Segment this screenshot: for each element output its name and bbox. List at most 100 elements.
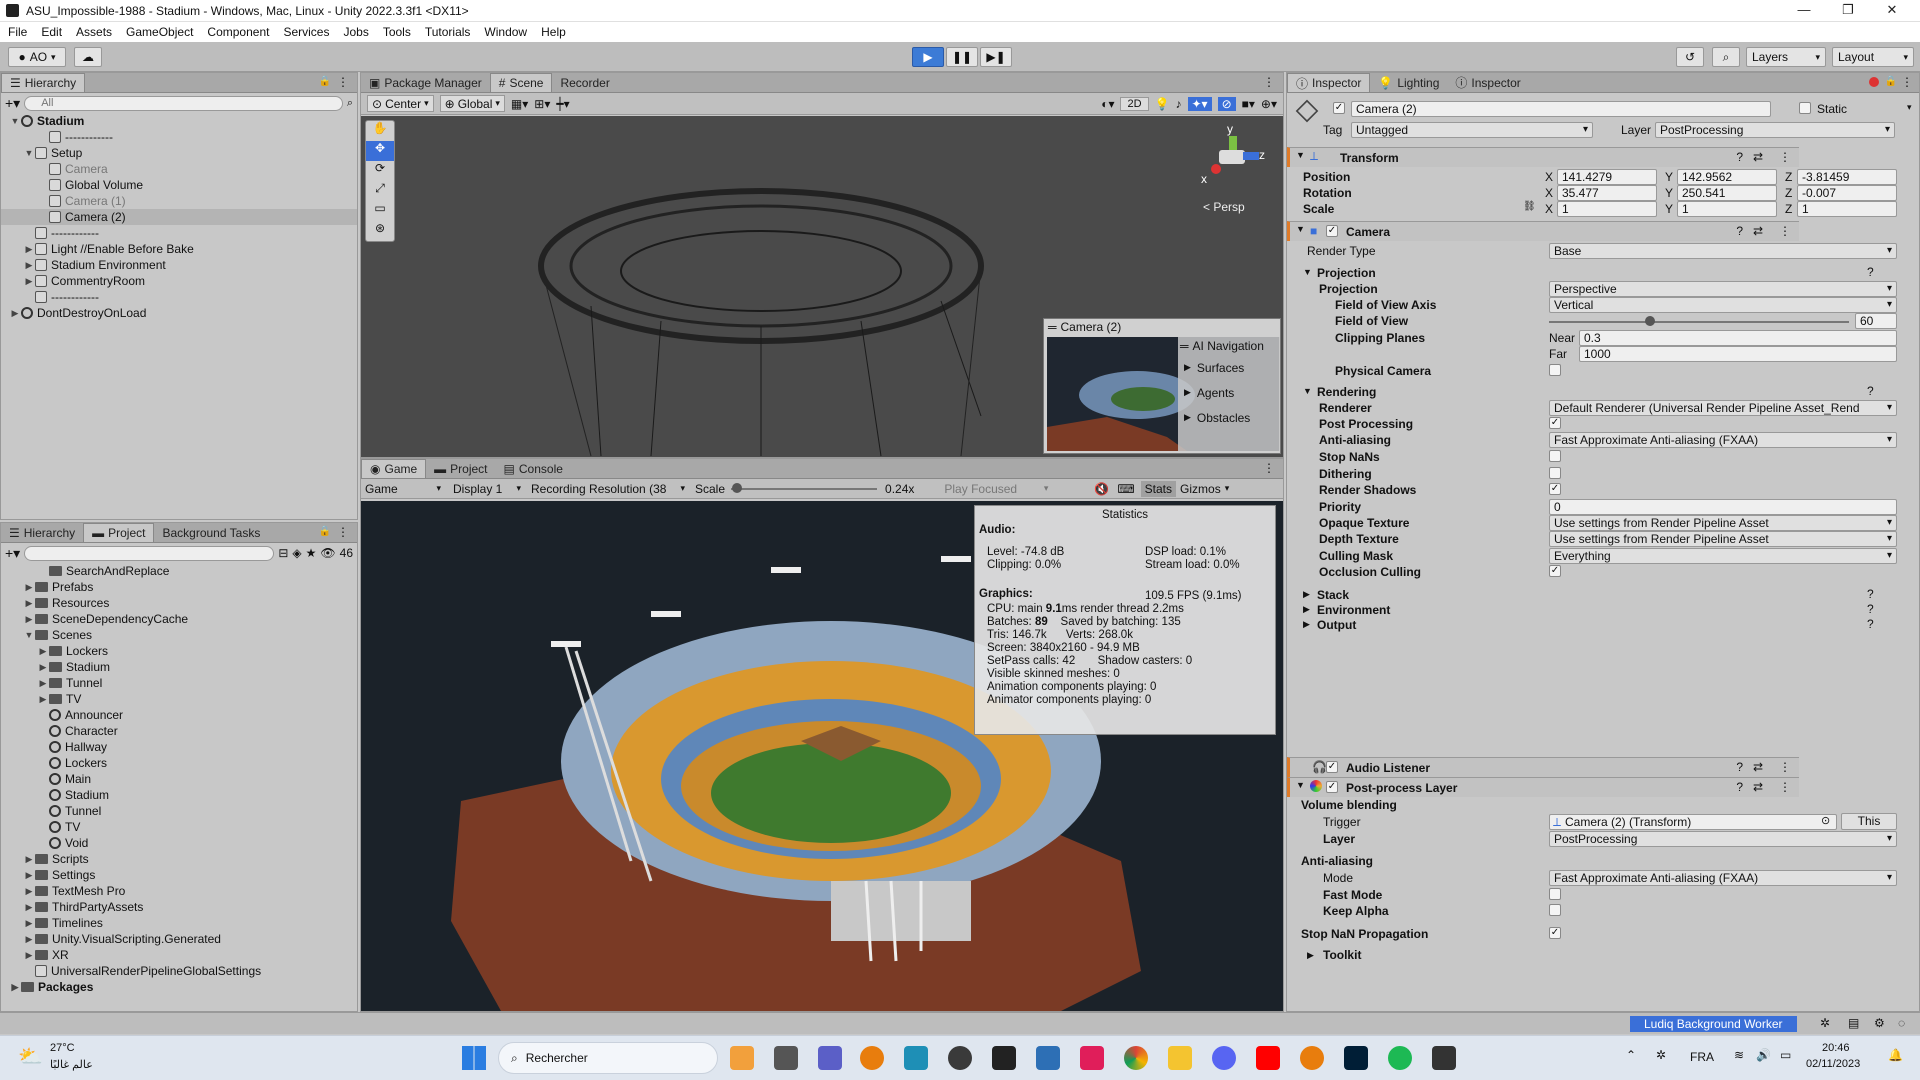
transform-pos-x-field[interactable]: 141.4279 xyxy=(1557,169,1657,185)
tree-item[interactable]: Hallway xyxy=(1,739,357,755)
preset-icon[interactable]: ⇄ xyxy=(1753,780,1763,794)
transform-rot-x-field[interactable]: 35.477 xyxy=(1557,185,1657,201)
expand-icon[interactable]: ▶ xyxy=(9,982,21,993)
fov-field[interactable]: 60 xyxy=(1855,313,1897,329)
tree-item[interactable]: Main xyxy=(1,771,357,787)
history-button[interactable]: ↺ xyxy=(1676,47,1704,67)
menu-item[interactable]: Tools xyxy=(383,25,411,39)
collapse-icon[interactable]: ▼ xyxy=(9,116,21,126)
grid-snap-icon[interactable]: ▦▾ xyxy=(511,97,528,111)
wifi-icon[interactable]: ≋ xyxy=(1734,1048,1744,1062)
tree-item[interactable]: ▼ Stadium xyxy=(1,113,357,129)
tree-item[interactable]: Character xyxy=(1,723,357,739)
slack-app-icon[interactable] xyxy=(1080,1046,1104,1070)
tree-item[interactable]: ▶ ThirdPartyAssets xyxy=(1,899,357,915)
more-icon[interactable]: ⋮ xyxy=(1901,75,1913,89)
blender-2-app-icon[interactable] xyxy=(1300,1046,1324,1070)
cache-icon[interactable]: ▤ xyxy=(1848,1016,1859,1030)
view-mode-dropdown[interactable]: Game ▾ xyxy=(361,482,445,496)
tab-recorder[interactable]: Recorder xyxy=(552,73,617,92)
transform-scale-x-field[interactable]: 1 xyxy=(1557,201,1657,217)
help-icon[interactable]: ? xyxy=(1867,384,1874,398)
tree-item[interactable]: Global Volume xyxy=(1,177,357,193)
transform-scale-y-field[interactable]: 1 xyxy=(1677,201,1777,217)
close-button[interactable]: ✕ xyxy=(1872,2,1912,20)
stop-nans-checkbox[interactable] xyxy=(1549,450,1561,462)
transform-pos-z-field[interactable]: -3.81459 xyxy=(1797,169,1897,185)
collapse-icon[interactable]: ▼ xyxy=(1303,386,1312,396)
tree-item[interactable]: Tunnel xyxy=(1,803,357,819)
unity-app-icon[interactable] xyxy=(1432,1046,1456,1070)
tree-item[interactable]: ▶ Prefabs xyxy=(1,579,357,595)
spotify-app-icon[interactable] xyxy=(1388,1046,1412,1070)
tree-item[interactable]: ▶ Resources xyxy=(1,595,357,611)
anti-aliasing-dropdown[interactable]: Fast Approximate Anti-aliasing (FXAA) xyxy=(1549,432,1897,448)
settings-icon[interactable]: ⚙ xyxy=(1874,1016,1885,1030)
unity-hub-app-icon[interactable] xyxy=(992,1046,1016,1070)
tree-item[interactable]: Announcer xyxy=(1,707,357,723)
search-button[interactable]: ⌕ xyxy=(1712,47,1740,67)
expand-icon[interactable]: ▶ xyxy=(1307,950,1314,961)
tab-project[interactable]: ▬ Project xyxy=(83,523,155,542)
help-icon[interactable]: ? xyxy=(1736,780,1743,794)
scale-tool-icon[interactable]: ⤢ xyxy=(366,181,394,201)
expand-icon[interactable]: ▶ xyxy=(23,614,35,625)
add-button[interactable]: +▾ xyxy=(5,95,20,112)
tree-item[interactable]: Lockers xyxy=(1,755,357,771)
perspective-label[interactable]: < Persp xyxy=(1203,200,1245,214)
orientation-gizmo[interactable]: y z x xyxy=(1197,122,1267,192)
this-button[interactable]: This xyxy=(1841,813,1897,830)
account-button[interactable]: ● AO ▾ xyxy=(8,47,66,67)
expand-icon[interactable]: ▶ xyxy=(23,598,35,609)
tree-item[interactable]: ▶ TV xyxy=(1,691,357,707)
camera-settings-icon[interactable]: ■▾ xyxy=(1242,97,1255,111)
space-dropdown[interactable]: ⊕ Global ▾ xyxy=(439,95,505,112)
expand-icon[interactable]: ▶ xyxy=(23,902,35,913)
battery-icon[interactable]: ▭ xyxy=(1780,1048,1791,1062)
tab-package-manager[interactable]: ▣ Package Manager xyxy=(361,73,490,92)
hierarchy-search-input[interactable] xyxy=(24,95,343,111)
more-icon[interactable]: ⋮ xyxy=(337,75,349,89)
occlusion-culling-checkbox[interactable]: ✓ xyxy=(1549,565,1561,577)
tree-item[interactable]: TV xyxy=(1,819,357,835)
notification-bell-icon[interactable]: 🔔 xyxy=(1888,1048,1903,1062)
expand-icon[interactable]: ▶ xyxy=(9,308,21,319)
expand-icon[interactable]: ▶ xyxy=(23,934,35,945)
expand-icon[interactable]: ▶ xyxy=(23,244,35,255)
tree-item[interactable]: ------------ xyxy=(1,289,357,305)
culling-mask-dropdown[interactable]: Everything xyxy=(1549,548,1897,564)
tree-item[interactable]: ▼ Setup xyxy=(1,145,357,161)
more-icon[interactable]: ⋮ xyxy=(1779,780,1791,794)
tree-item[interactable]: ▶ Unity.VisualScripting.Generated xyxy=(1,931,357,947)
transform-pos-y-field[interactable]: 142.9562 xyxy=(1677,169,1777,185)
collapse-icon[interactable]: ▼ xyxy=(23,630,35,640)
ai-nav-obstacles[interactable]: ▶ Obstacles xyxy=(1178,405,1280,430)
preset-icon[interactable]: ⇄ xyxy=(1753,150,1763,164)
expand-icon[interactable]: ▶ xyxy=(1303,604,1310,615)
snap-increment-icon[interactable]: ⊞▾ xyxy=(534,97,550,111)
tab-inspector[interactable]: ⓘ Inspector xyxy=(1287,73,1371,92)
add-button[interactable]: +▾ xyxy=(5,545,20,562)
tab-hierarchy[interactable]: ☰ Hierarchy xyxy=(1,73,86,92)
layer-dropdown[interactable]: PostProcessing xyxy=(1655,122,1895,138)
tab-console[interactable]: ▤ Console xyxy=(496,459,571,478)
fov-slider-knob[interactable] xyxy=(1644,316,1655,326)
far-field[interactable]: 1000 xyxy=(1579,346,1897,362)
expand-icon[interactable]: ▶ xyxy=(37,662,49,673)
pivot-dropdown[interactable]: ⊙ Center ▾ xyxy=(367,95,434,112)
tab-inspector-2[interactable]: ⓘ Inspector xyxy=(1447,73,1528,92)
ai-nav-agents[interactable]: ▶ Agents xyxy=(1178,380,1280,405)
tree-item[interactable]: ▶ Scripts xyxy=(1,851,357,867)
lock-icon[interactable]: 🔒 xyxy=(1885,76,1897,87)
tree-item[interactable]: ▶ Stadium Environment xyxy=(1,257,357,273)
audio-icon[interactable]: ♪ xyxy=(1176,97,1182,111)
ppl-layer-dropdown[interactable]: PostProcessing xyxy=(1549,831,1897,847)
menu-item[interactable]: GameObject xyxy=(126,25,193,39)
tab-lighting[interactable]: 💡 Lighting xyxy=(1370,73,1447,92)
render-type-dropdown[interactable]: Base xyxy=(1549,243,1897,259)
rotate-tool-icon[interactable]: ⟳ xyxy=(366,161,394,181)
tree-item[interactable]: Camera (1) xyxy=(1,193,357,209)
tray-chevron-icon[interactable]: ⌃ xyxy=(1626,1048,1636,1062)
photoshop-app-icon[interactable] xyxy=(1344,1046,1368,1070)
menu-item[interactable]: Assets xyxy=(76,25,112,39)
